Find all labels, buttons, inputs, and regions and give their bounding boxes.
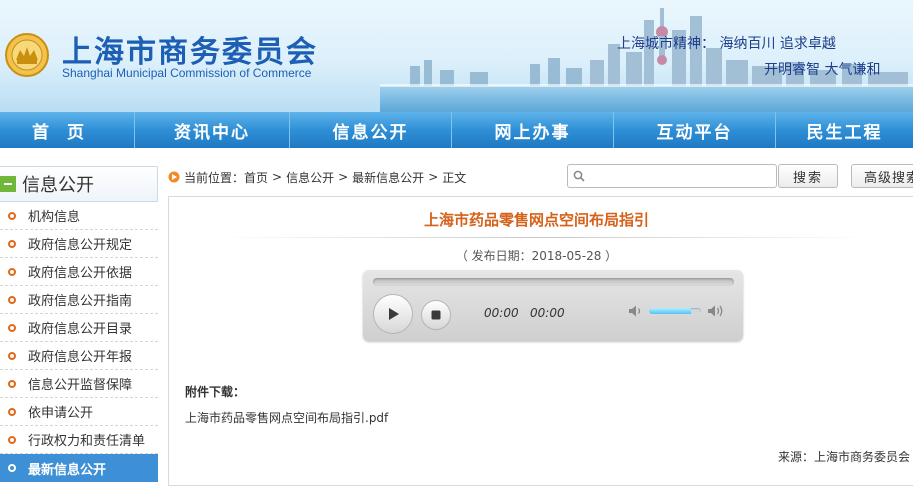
volume-slider[interactable]: [649, 308, 701, 314]
bullet-icon: [8, 435, 16, 444]
site-title-en: Shanghai Municipal Commission of Commerc…: [62, 66, 312, 80]
attachment-label: 附件下载：: [185, 385, 246, 399]
sidebar-item-latest[interactable]: 最新信息公开: [0, 454, 158, 482]
sidebar-item-label: 行政权力和责任清单: [28, 434, 146, 449]
bullet-icon: [8, 211, 16, 220]
attachment-link[interactable]: 上海市药品零售网点空间布局指引.pdf: [185, 409, 388, 426]
site-title-cn[interactable]: 上海市商务委员会: [62, 27, 318, 71]
sidebar-item-label: 政府信息公开年报: [28, 350, 133, 365]
search-box: [567, 164, 777, 188]
sidebar-item-guide[interactable]: 政府信息公开指南: [0, 286, 158, 314]
bullet-icon: [8, 407, 16, 416]
sidebar-item-power-list[interactable]: 行政权力和责任清单: [0, 426, 158, 454]
volume-high-icon[interactable]: [707, 303, 727, 319]
breadcrumb-separator: >: [428, 170, 439, 184]
sidebar-title-label: 信息公开: [22, 175, 94, 196]
sidebar-item-label: 机构信息: [28, 210, 81, 225]
sidebar-item-label: 政府信息公开依据: [28, 266, 133, 281]
bullet-icon: [8, 295, 16, 304]
main-nav: 首页 资讯中心 信息公开 网上办事 互动平台 民生工程: [0, 112, 913, 148]
sidebar-item-supervision[interactable]: 信息公开监督保障: [0, 370, 158, 398]
bullet-icon: [8, 351, 16, 360]
location-flag-icon: [168, 171, 180, 183]
volume-level: [649, 308, 691, 314]
article-panel: 上海市药品零售网点空间布局指引 （ 发布日期：2018-05-28 ） 00:0…: [168, 196, 913, 486]
breadcrumb-info[interactable]: 信息公开: [286, 169, 334, 186]
collapse-icon: [0, 176, 16, 192]
article-source: 来源：上海市商务委员会: [777, 450, 910, 464]
sidebar-item-label: 最新信息公开: [28, 462, 107, 478]
sidebar: 信息公开 机构信息 政府信息公开规定 政府信息公开依据 政府信息公开指南 政府信…: [0, 166, 158, 482]
advanced-search-button[interactable]: 高级搜索: [851, 164, 913, 188]
bullet-icon: [8, 323, 16, 332]
nav-item-news[interactable]: 资讯中心: [135, 112, 290, 148]
progress-bar[interactable]: [373, 278, 734, 286]
search-icon: [573, 170, 585, 182]
sidebar-item-label: 政府信息公开目录: [28, 322, 133, 337]
play-button[interactable]: [373, 294, 413, 334]
play-icon: [389, 308, 399, 320]
bullet-icon: [8, 379, 16, 388]
publish-date: （ 发布日期：2018-05-28 ）: [455, 249, 618, 263]
article-title: 上海市药品零售网点空间布局指引: [423, 211, 649, 229]
stop-button[interactable]: [421, 300, 451, 330]
sidebar-item-rules[interactable]: 政府信息公开规定: [0, 230, 158, 258]
nav-item-interaction[interactable]: 互动平台: [614, 112, 776, 148]
bullet-icon: [8, 239, 16, 248]
stop-icon: [431, 310, 441, 320]
sidebar-item-label: 信息公开监督保障: [28, 378, 133, 393]
breadcrumb-separator: >: [338, 170, 349, 184]
nav-item-livelihood[interactable]: 民生工程: [776, 112, 913, 148]
breadcrumb-current: 正文: [442, 170, 467, 185]
volume-low-icon[interactable]: [628, 304, 644, 318]
search-button[interactable]: 搜索: [778, 164, 838, 188]
sidebar-item-on-request[interactable]: 依申请公开: [0, 398, 158, 426]
nav-item-info-disclosure[interactable]: 信息公开: [290, 112, 452, 148]
sidebar-item-annual-report[interactable]: 政府信息公开年报: [0, 342, 158, 370]
sidebar-item-label: 政府信息公开指南: [28, 294, 133, 309]
breadcrumb-home[interactable]: 首页: [244, 169, 268, 186]
sidebar-item-catalog[interactable]: 政府信息公开目录: [0, 314, 158, 342]
site-header: 上海市商务委员会 Shanghai Municipal Commission o…: [0, 0, 913, 112]
sidebar-title: 信息公开: [0, 166, 158, 202]
current-time: 00:00: [484, 306, 519, 320]
nav-item-home[interactable]: 首页: [0, 112, 135, 148]
search-input[interactable]: [588, 166, 774, 186]
sidebar-item-label: 政府信息公开规定: [28, 238, 133, 253]
breadcrumb-prefix: 当前位置：: [184, 170, 245, 185]
bullet-icon: [8, 267, 16, 276]
sidebar-item-label: 依申请公开: [28, 406, 94, 421]
city-skyline-image: [380, 8, 913, 112]
breadcrumb-latest[interactable]: 最新信息公开: [352, 169, 424, 186]
commerce-emblem-icon[interactable]: [4, 32, 50, 78]
city-motto-line2: 开明睿智 大气谦和: [764, 62, 881, 78]
bullet-icon: [8, 464, 16, 472]
audio-player: 00:00 00:00: [363, 270, 743, 341]
title-divider: [219, 237, 869, 238]
breadcrumb-separator: >: [272, 170, 283, 184]
sidebar-item-basis[interactable]: 政府信息公开依据: [0, 258, 158, 286]
nav-item-online-services[interactable]: 网上办事: [452, 112, 614, 148]
city-motto-line1: 上海城市精神： 海纳百川 追求卓越: [617, 36, 836, 52]
breadcrumb: 当前位置： 首页 > 信息公开 > 最新信息公开 > 正文: [168, 168, 466, 186]
sidebar-item-org-info[interactable]: 机构信息: [0, 202, 158, 230]
duration: 00:00: [530, 306, 565, 320]
